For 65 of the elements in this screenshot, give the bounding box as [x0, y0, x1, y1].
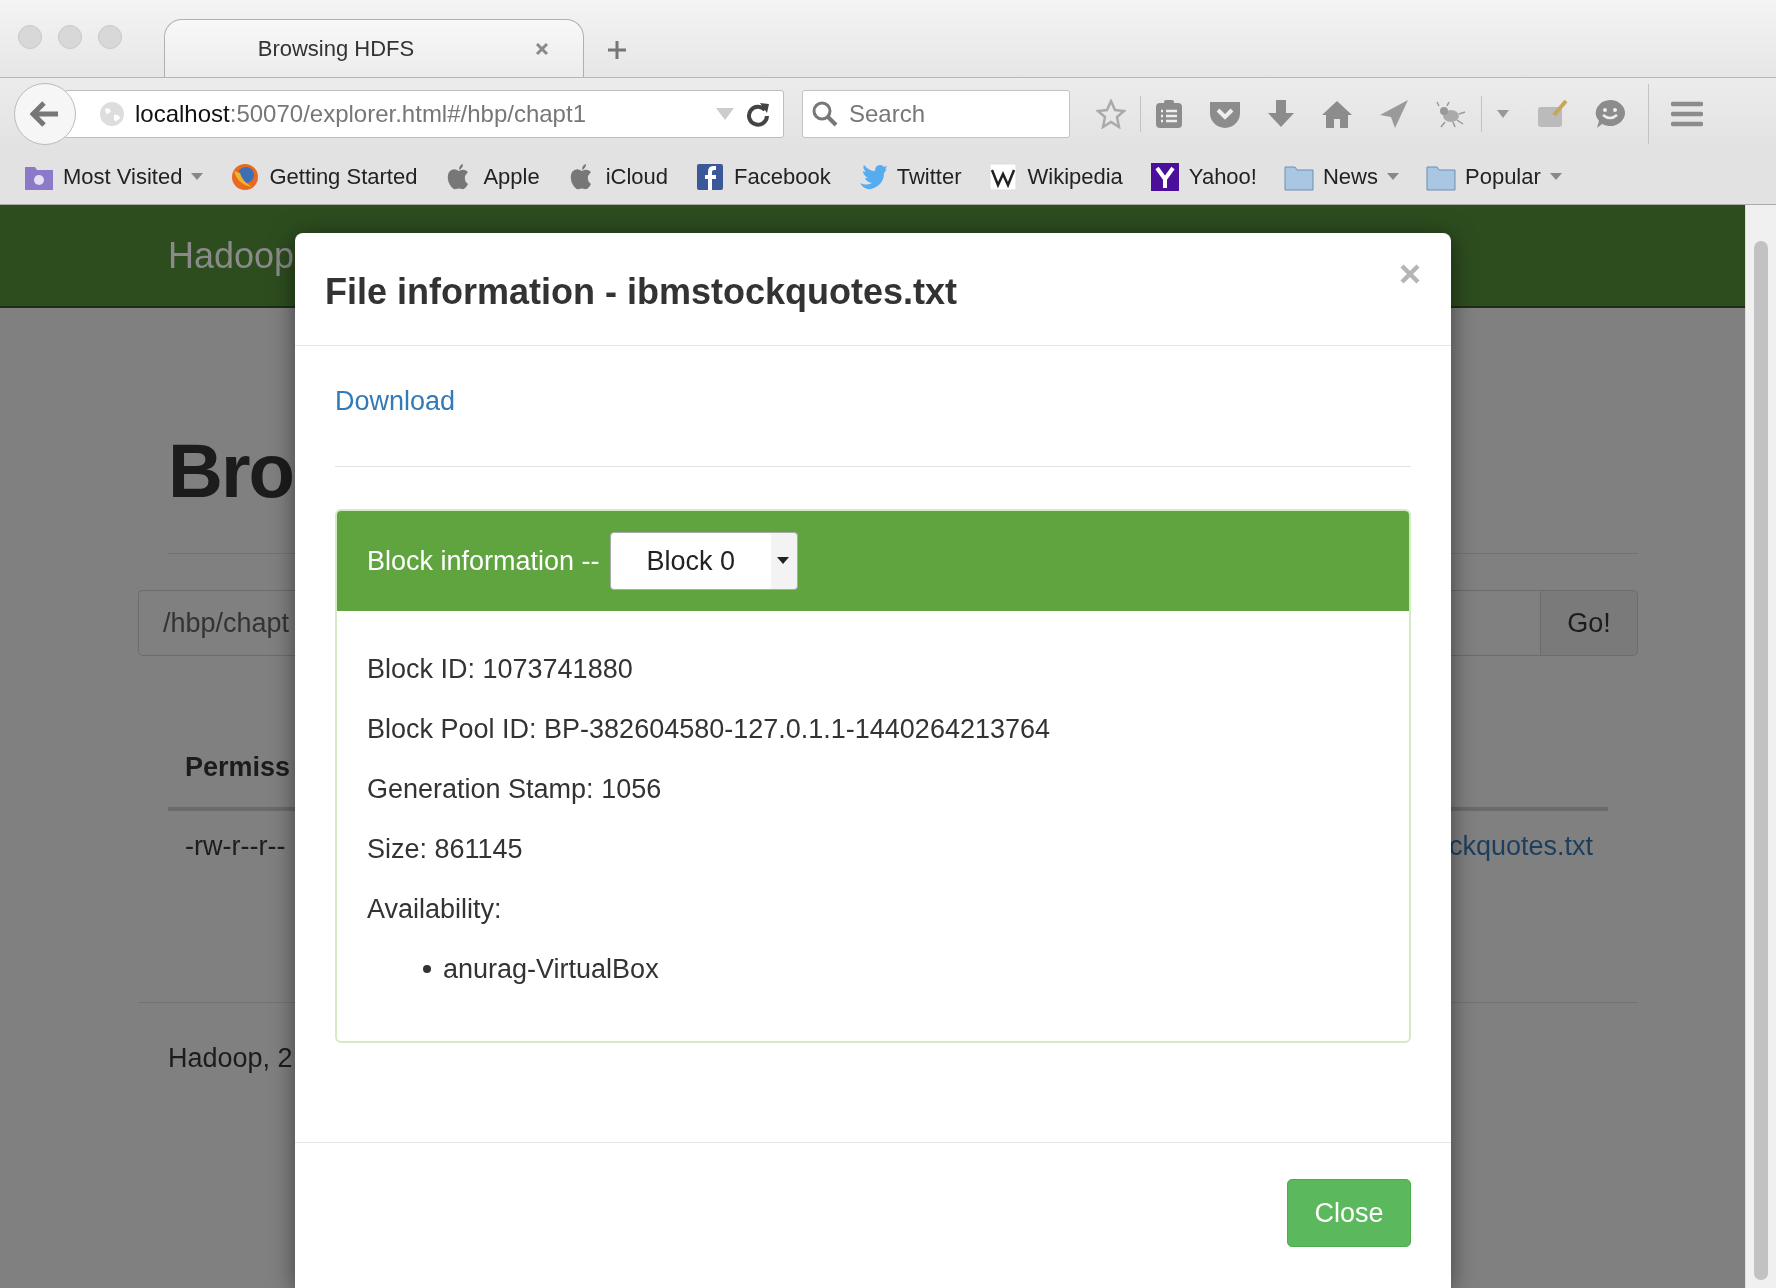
- bird-icon: [857, 163, 888, 191]
- scrollbar[interactable]: [1745, 205, 1776, 1288]
- paper-plane-icon[interactable]: [1379, 99, 1409, 129]
- new-tab-icon[interactable]: [606, 39, 628, 61]
- go-button[interactable]: Go!: [1540, 590, 1638, 656]
- search-field[interactable]: Search: [802, 90, 1070, 138]
- close-icon[interactable]: [534, 40, 551, 57]
- home-icon[interactable]: [1321, 99, 1353, 129]
- caret-icon[interactable]: [1387, 173, 1399, 181]
- arrow-left-icon: [30, 100, 60, 128]
- caret-icon[interactable]: [191, 173, 204, 181]
- bullet-icon: [423, 965, 431, 973]
- window-close-button[interactable]: [18, 25, 42, 49]
- caret-icon[interactable]: [1549, 173, 1562, 181]
- block-field: Generation Stamp: 1056: [367, 759, 1379, 819]
- clipboard-list-icon[interactable]: [1155, 99, 1183, 129]
- y-logo-icon: [1149, 163, 1180, 191]
- close-icon[interactable]: [1399, 263, 1421, 285]
- search-icon: [812, 101, 838, 127]
- window-minimize-button[interactable]: [58, 25, 82, 49]
- block-select[interactable]: Block 0: [609, 532, 798, 590]
- url-text: localhost:50070/explorer.html#/hbp/chapt1: [135, 100, 587, 128]
- w-logo-icon: [988, 163, 1019, 191]
- block-field: Availability:: [367, 879, 1379, 939]
- bookmark-item[interactable]: Getting Started: [230, 163, 418, 191]
- address-bar[interactable]: localhost:50070/explorer.html#/hbp/chapt1: [64, 90, 784, 138]
- bookmark-item[interactable]: Twitter: [857, 163, 962, 191]
- f-logo-icon: [695, 163, 726, 191]
- window-zoom-button[interactable]: [98, 25, 122, 49]
- bookmark-item[interactable]: iCloud: [566, 163, 669, 191]
- bookmark-item[interactable]: Popular: [1426, 163, 1562, 191]
- block-field: Block ID: 1073741880: [367, 639, 1379, 699]
- scrollbar-thumb[interactable]: [1754, 241, 1768, 1280]
- download-link[interactable]: Download: [335, 386, 456, 466]
- download-arrow-icon[interactable]: [1267, 99, 1295, 129]
- folder-icon: [1283, 163, 1314, 191]
- dropdown-arrow-icon[interactable]: [715, 107, 735, 121]
- bookmark-item[interactable]: Apple: [444, 163, 540, 191]
- panel-title: Block information --: [367, 545, 600, 577]
- column-header: Permiss: [185, 752, 292, 783]
- footer-text: Hadoop, 2: [168, 1043, 294, 1074]
- caret-icon: [776, 557, 789, 565]
- bookmark-item[interactable]: Yahoo!: [1149, 163, 1257, 191]
- host-item: anurag-VirtualBox: [423, 939, 1379, 999]
- bookmark-item[interactable]: Wikipedia: [988, 163, 1123, 191]
- fox-globe-icon: [230, 163, 261, 191]
- globe-icon: [99, 101, 125, 127]
- page-heading: Bro: [168, 433, 293, 509]
- bookmark-item[interactable]: News: [1283, 163, 1399, 191]
- dialog-title: File information - ibmstockquotes.txt: [325, 271, 958, 313]
- menu-icon[interactable]: [1671, 101, 1703, 127]
- browser-tab[interactable]: Browsing HDFS: [164, 19, 584, 77]
- bookmark-item[interactable]: Most Visited: [24, 163, 204, 191]
- reload-icon[interactable]: [745, 101, 771, 127]
- bookmark-item[interactable]: Facebook: [695, 163, 831, 191]
- folder-icon: [1426, 163, 1456, 191]
- star-icon[interactable]: [1096, 99, 1126, 129]
- pocket-icon[interactable]: [1209, 99, 1241, 129]
- block-field: Block Pool ID: BP-382604580-127.0.1.1-1440264213764: [367, 699, 1379, 759]
- caret-icon[interactable]: [1496, 109, 1510, 119]
- table-cell: -rw-r--r--: [185, 831, 286, 862]
- bug-icon[interactable]: [1435, 100, 1467, 128]
- notepad-pencil-icon[interactable]: [1536, 99, 1568, 129]
- block-field: Size: 861145: [367, 819, 1379, 879]
- chat-smiley-icon[interactable]: [1594, 99, 1626, 129]
